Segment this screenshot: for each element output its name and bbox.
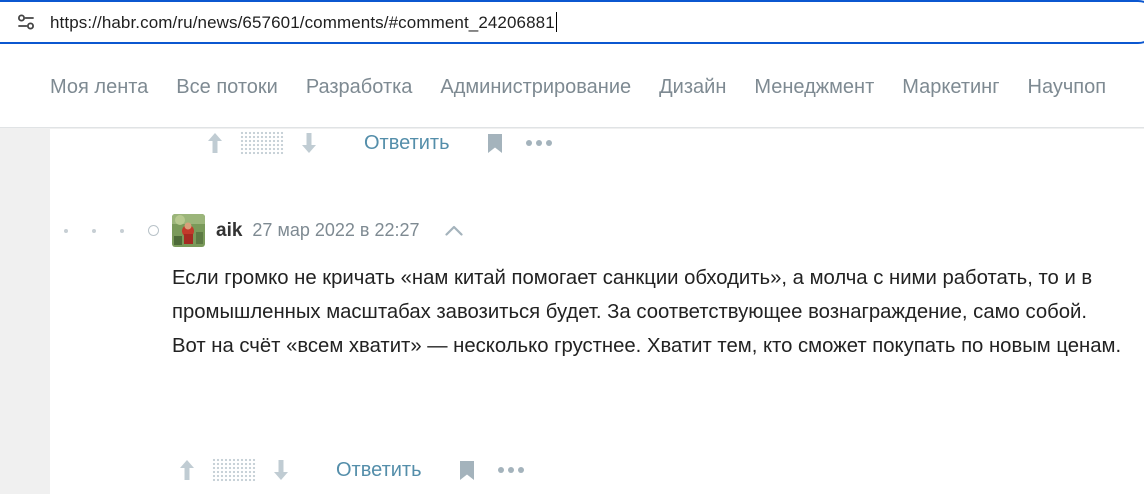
- reply-button[interactable]: Ответить: [336, 459, 422, 482]
- more-options-icon[interactable]: [525, 138, 552, 148]
- nav-item-my-feed[interactable]: Моя лента: [50, 76, 148, 99]
- browser-toolbar: https://habr.com/ru/news/657601/comments…: [0, 0, 1144, 48]
- thread-ring: [148, 225, 159, 236]
- comment-header: aik 27 мар 2022 в 22:27: [172, 214, 464, 247]
- score-hidden: [212, 458, 256, 482]
- nav-item-design[interactable]: Дизайн: [659, 76, 726, 99]
- nav-item-popular-science[interactable]: Научпоп: [1028, 76, 1107, 99]
- more-options-icon[interactable]: [497, 465, 524, 475]
- comment-paragraph: Если громко не кричать «нам китай помога…: [172, 267, 1093, 323]
- main-nav: Моя лента Все потоки Разработка Админист…: [0, 48, 1144, 128]
- nav-item-administration[interactable]: Администрирование: [440, 76, 631, 99]
- thread-level-indicator: [64, 225, 159, 236]
- nav-item-management[interactable]: Менеджмент: [754, 76, 874, 99]
- nav-item-development[interactable]: Разработка: [306, 76, 413, 99]
- address-bar[interactable]: https://habr.com/ru/news/657601/comments…: [0, 0, 1144, 44]
- vote-down-icon[interactable]: [298, 129, 320, 157]
- comment-actions: Ответить: [176, 456, 524, 484]
- vote-up-icon[interactable]: [204, 129, 226, 157]
- comment-author[interactable]: aik: [216, 220, 242, 242]
- avatar[interactable]: [172, 214, 205, 247]
- reply-button[interactable]: Ответить: [364, 132, 450, 155]
- nav-item-marketing[interactable]: Маркетинг: [902, 76, 999, 99]
- site-settings-icon[interactable]: [16, 12, 36, 32]
- url-text: https://habr.com/ru/news/657601/comments…: [50, 12, 555, 32]
- comment-paragraph: Вот на счёт «всем хватит» — несколько гр…: [172, 335, 1122, 357]
- comment-actions-previous: Ответить: [204, 129, 552, 157]
- nav-item-all-streams[interactable]: Все потоки: [176, 76, 278, 99]
- bookmark-icon[interactable]: [486, 132, 504, 154]
- comments-section: Ответить aik 27 мар 2022 в 22:27 Если гр…: [50, 129, 1144, 494]
- score-hidden: [240, 131, 284, 155]
- comment-date[interactable]: 27 мар 2022 в 22:27: [252, 220, 419, 241]
- vote-down-icon[interactable]: [270, 456, 292, 484]
- thread-dot: [120, 228, 124, 233]
- thread-dot: [92, 228, 96, 233]
- thread-dot: [64, 228, 68, 233]
- chevron-up-icon[interactable]: [444, 224, 464, 238]
- text-caret: [555, 11, 557, 32]
- comment-body: Если громко не кричать «нам китай помога…: [172, 261, 1132, 363]
- url-input[interactable]: https://habr.com/ru/news/657601/comments…: [50, 11, 557, 33]
- bookmark-icon[interactable]: [458, 459, 476, 481]
- vote-up-icon[interactable]: [176, 456, 198, 484]
